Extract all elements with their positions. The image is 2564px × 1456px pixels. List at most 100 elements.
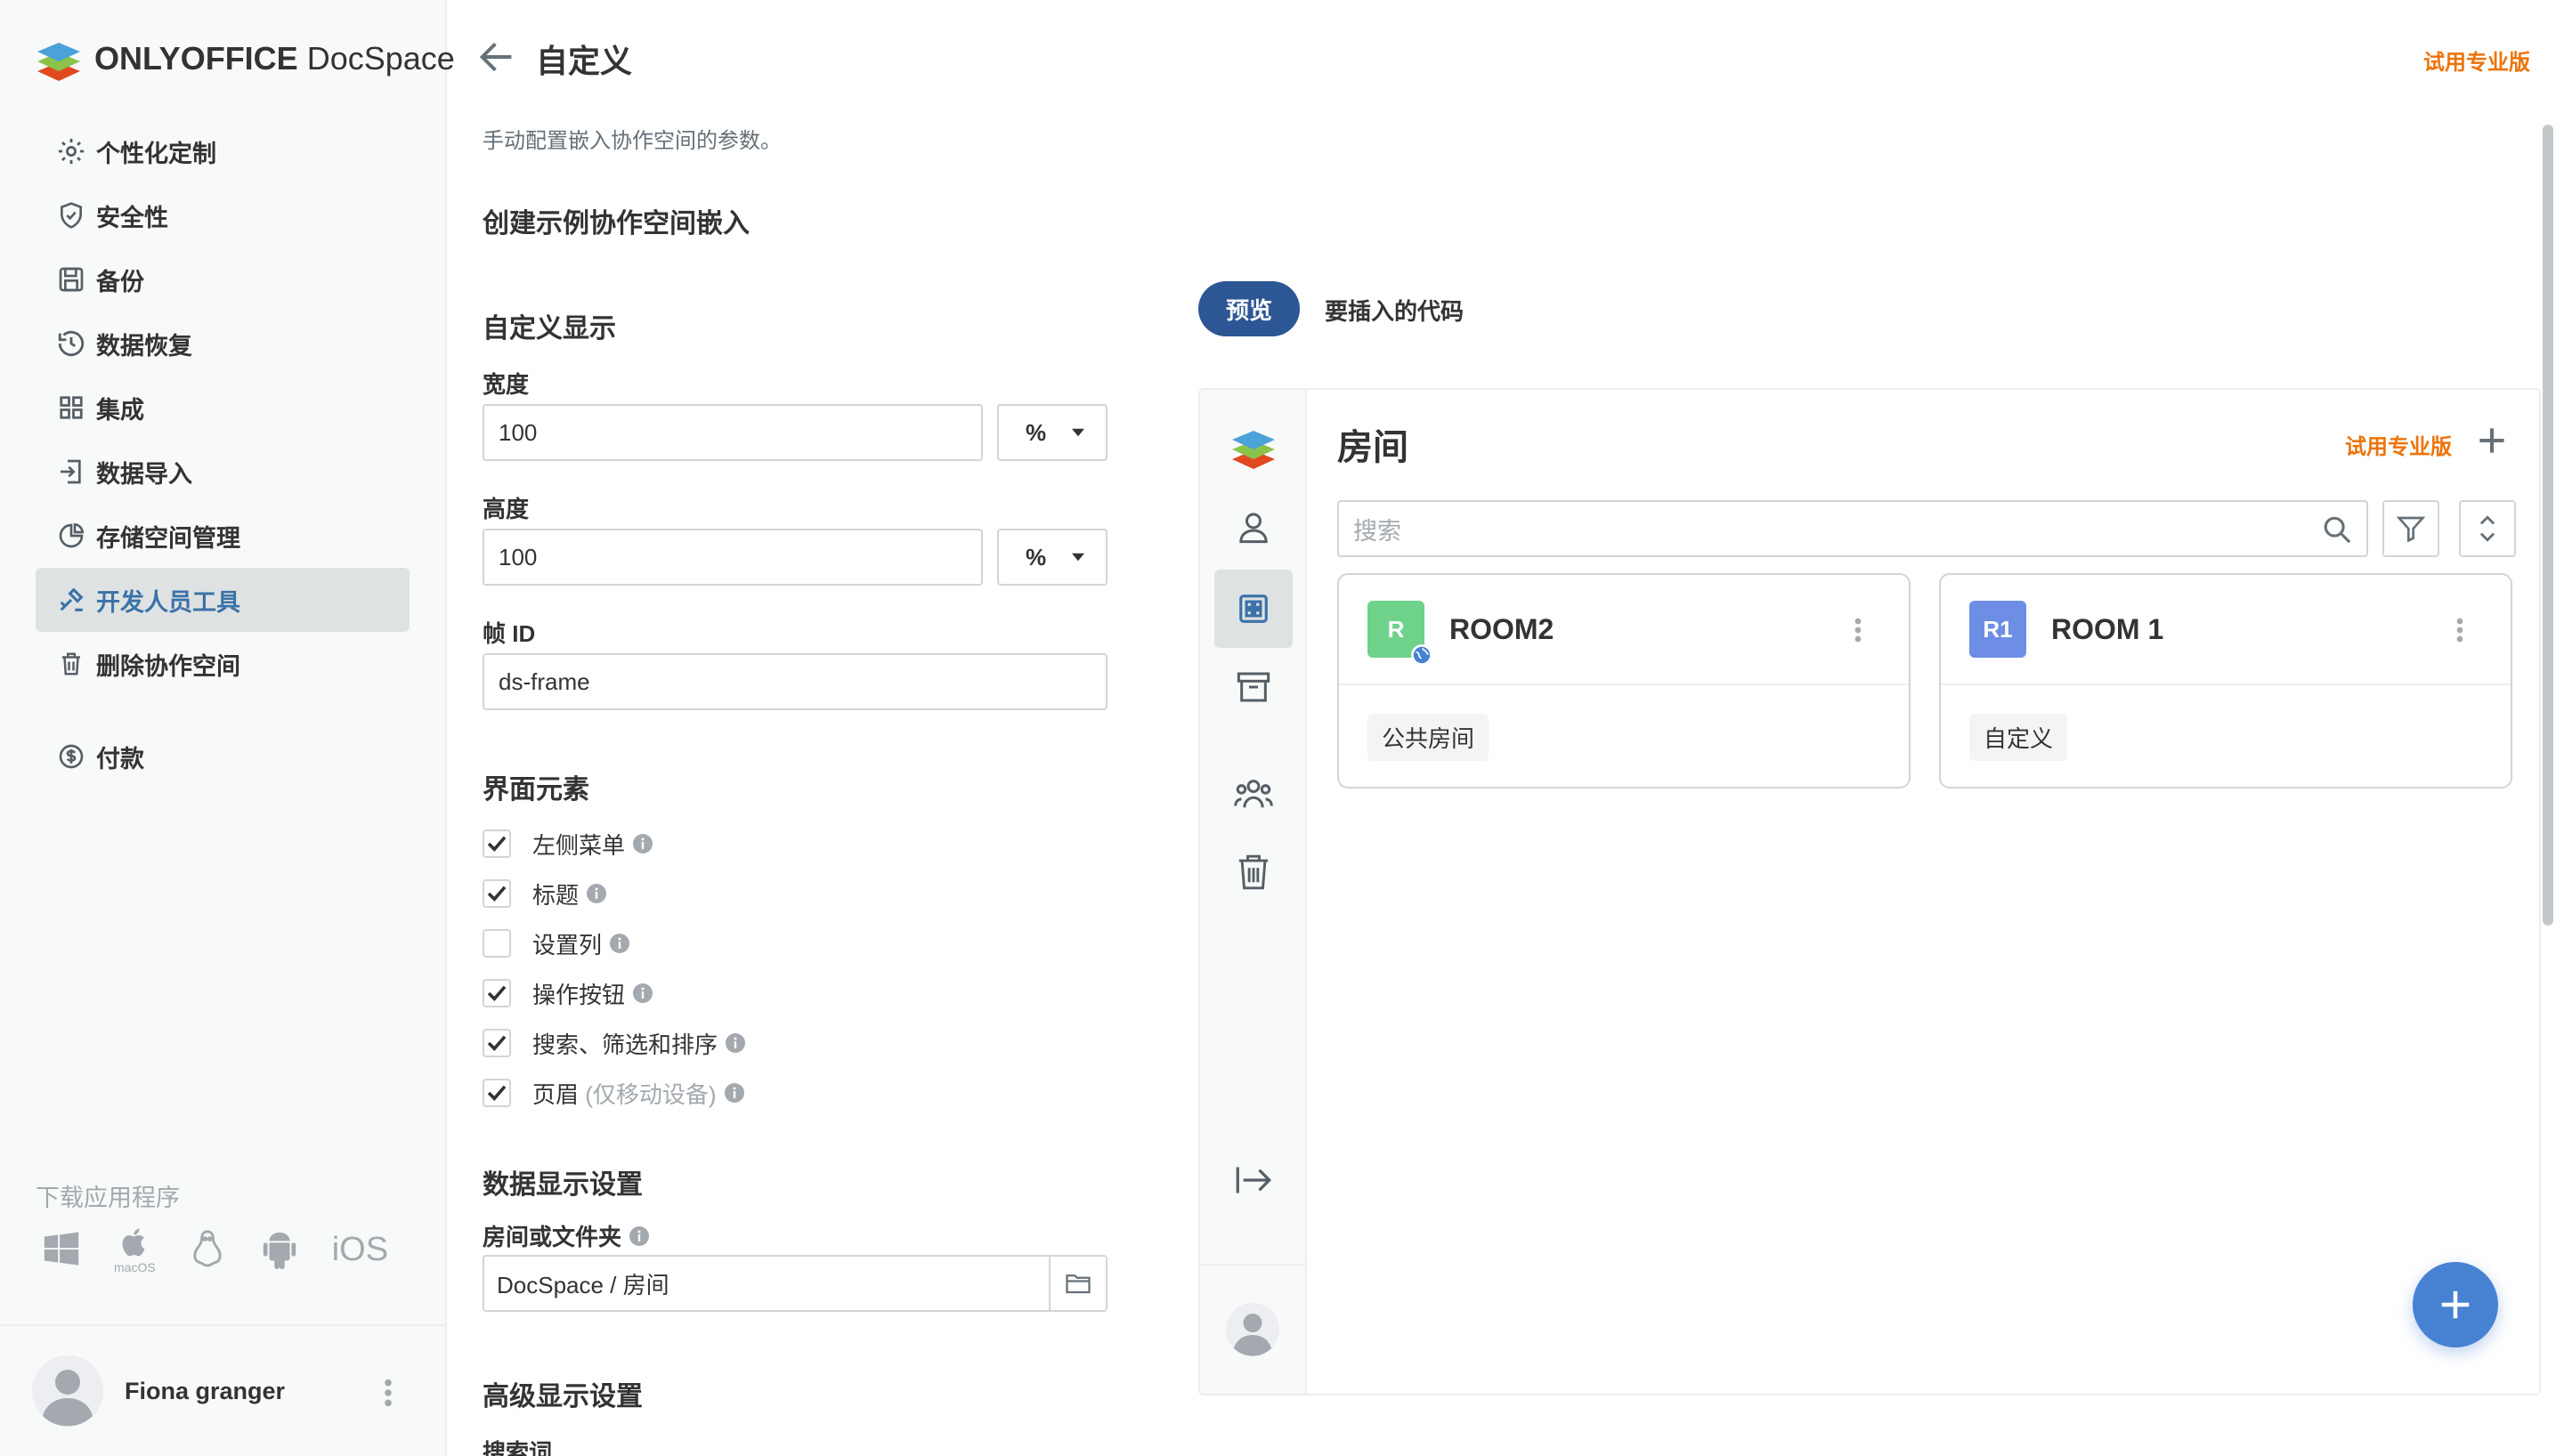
tab-code[interactable]: 要插入的代码 [1325, 294, 1464, 327]
avatar [1226, 1303, 1279, 1356]
width-label: 宽度 [483, 371, 530, 398]
room-menu-icon[interactable] [2455, 616, 2464, 649]
preview-search-input[interactable]: 搜索 [1337, 500, 2368, 557]
checkbox[interactable] [483, 1029, 511, 1057]
info-icon[interactable] [609, 933, 630, 954]
checkbox[interactable] [483, 829, 511, 858]
room-card-header: R1 ROOM 1 [1941, 575, 2511, 685]
info-icon[interactable] [632, 833, 653, 854]
info-icon[interactable] [629, 1225, 650, 1247]
width-unit-select[interactable]: % [997, 404, 1108, 461]
checkbox-action-button[interactable]: 操作按钮 [483, 975, 653, 1011]
info-icon[interactable] [632, 983, 653, 1004]
rail-item-accounts[interactable] [1214, 755, 1293, 833]
page-description: 手动配置嵌入协作空间的参数。 [483, 129, 782, 153]
scrollbar[interactable] [2543, 125, 2553, 926]
frame-id-input[interactable]: ds-frame [483, 653, 1108, 710]
checkbox-left-menu[interactable]: 左侧菜单 [483, 826, 653, 861]
user-profile[interactable]: Fiona granger [0, 1324, 445, 1456]
preview-logo[interactable] [1214, 408, 1293, 486]
sort-icon [2479, 515, 2495, 542]
create-fab-button[interactable] [2413, 1262, 2498, 1347]
windows-app-link[interactable] [41, 1229, 82, 1270]
sidebar-item-developer-tools[interactable]: 开发人员工具 [36, 568, 410, 632]
checkbox[interactable] [483, 929, 511, 958]
folder-icon [1066, 1274, 1091, 1294]
room-card[interactable]: R ROOM2 公共房间 [1337, 573, 1911, 789]
ios-app-link[interactable]: iOS [332, 1231, 388, 1269]
page-title: 自定义 [536, 43, 633, 79]
folder-input[interactable]: DocSpace / 房间 [483, 1255, 1108, 1312]
room-menu-icon[interactable] [1854, 616, 1862, 649]
filter-button[interactable] [2382, 500, 2439, 557]
room-card-header: R ROOM2 [1339, 575, 1909, 685]
sidebar-item-data-import[interactable]: 数据导入 [36, 440, 410, 504]
sort-button[interactable] [2459, 500, 2516, 557]
back-arrow-icon[interactable] [479, 41, 515, 77]
preview-sidebar [1200, 390, 1307, 1394]
preview-try-pro-link[interactable]: 试用专业版 [2345, 429, 2452, 460]
windows-icon [44, 1232, 79, 1266]
linux-app-link[interactable] [188, 1227, 227, 1272]
folder-label: 房间或文件夹 [483, 1219, 650, 1252]
sidebar-item-restore[interactable]: 数据恢复 [36, 311, 410, 376]
sidebar-item-backup[interactable]: 备份 [36, 247, 410, 311]
rail-item-documents[interactable] [1214, 488, 1293, 566]
width-input[interactable]: 100 [483, 404, 983, 461]
height-unit-select[interactable]: % [997, 529, 1108, 586]
rail-item-rooms[interactable] [1214, 570, 1293, 648]
room-logo: R [1367, 601, 1432, 666]
sidebar-item-delete-space[interactable]: 删除协作空间 [36, 632, 410, 696]
logo[interactable]: ONLYOFFICE DocSpace [34, 36, 455, 82]
profile-menu-icon[interactable] [383, 1378, 394, 1412]
main-content: 自定义 试用专业版 手动配置嵌入协作空间的参数。 创建示例协作空间嵌入 自定义显… [447, 0, 2564, 1456]
onlyoffice-logo-icon [37, 43, 80, 81]
rooms-title: 房间 [1337, 428, 1408, 467]
info-icon[interactable] [724, 1082, 745, 1104]
sidebar-item-payments[interactable]: 付款 [36, 724, 410, 789]
rail-item-logout[interactable] [1214, 1141, 1293, 1219]
logo-text: ONLYOFFICE DocSpace [94, 40, 455, 77]
height-unit-value: % [1026, 543, 1047, 570]
search-icon[interactable] [2322, 514, 2352, 551]
interface-elements-title: 界面元素 [483, 775, 589, 805]
sidebar-item-security[interactable]: 安全性 [36, 183, 410, 247]
height-input[interactable]: 100 [483, 529, 983, 586]
tab-preview[interactable]: 预览 [1198, 281, 1300, 336]
room-tag[interactable]: 自定义 [1969, 714, 2068, 761]
room-name: ROOM2 [1449, 612, 1554, 645]
info-icon[interactable] [586, 883, 607, 904]
folder-select-button[interactable] [1049, 1257, 1106, 1310]
checkbox-settings-column[interactable]: 设置列 [483, 926, 630, 961]
people-icon [1234, 780, 1273, 808]
macos-app-link[interactable]: macOS [114, 1225, 156, 1274]
preview-profile[interactable] [1200, 1264, 1305, 1394]
download-apps-label: 下载应用程序 [36, 1185, 180, 1211]
android-app-link[interactable] [259, 1227, 300, 1272]
checkmark-icon [487, 836, 507, 852]
checkmark-icon [487, 985, 507, 1001]
checkbox-title[interactable]: 标题 [483, 876, 607, 911]
sidebar-item-integration[interactable]: 集成 [36, 376, 410, 440]
info-icon[interactable] [725, 1032, 746, 1054]
height-label: 高度 [483, 496, 530, 522]
sidebar-item-storage[interactable]: 存储空间管理 [36, 504, 410, 568]
rail-item-archive[interactable] [1214, 648, 1293, 726]
rail-item-trash[interactable] [1214, 833, 1293, 911]
add-icon[interactable] [2477, 425, 2507, 460]
sidebar-item-personalization[interactable]: 个性化定制 [36, 119, 410, 183]
sidebar: ONLYOFFICE DocSpace 个性化定制 安全性 备份 数据恢复 集成 [0, 0, 455, 1456]
checkbox[interactable] [483, 1079, 511, 1107]
checkbox[interactable] [483, 879, 511, 908]
checkbox-search-filter-sort[interactable]: 搜索、筛选和排序 [483, 1025, 746, 1061]
apple-icon [122, 1228, 145, 1257]
room-tag[interactable]: 公共房间 [1367, 714, 1489, 761]
preview-frame: 房间 试用专业版 搜索 R ROOM2 公共房间 R1 ROOM 1 自定义 [1198, 388, 2541, 1395]
checkbox-label: 设置列 [532, 931, 603, 959]
checkbox-label: 搜索、筛选和排序 [532, 1031, 718, 1058]
checkbox[interactable] [483, 979, 511, 1007]
checkbox-label: 操作按钮 [532, 981, 626, 1008]
room-card[interactable]: R1 ROOM 1 自定义 [1939, 573, 2512, 789]
checkbox-header-mobile[interactable]: 页眉 (仅移动设备) [483, 1075, 745, 1111]
try-pro-link[interactable]: 试用专业版 [2423, 44, 2530, 76]
